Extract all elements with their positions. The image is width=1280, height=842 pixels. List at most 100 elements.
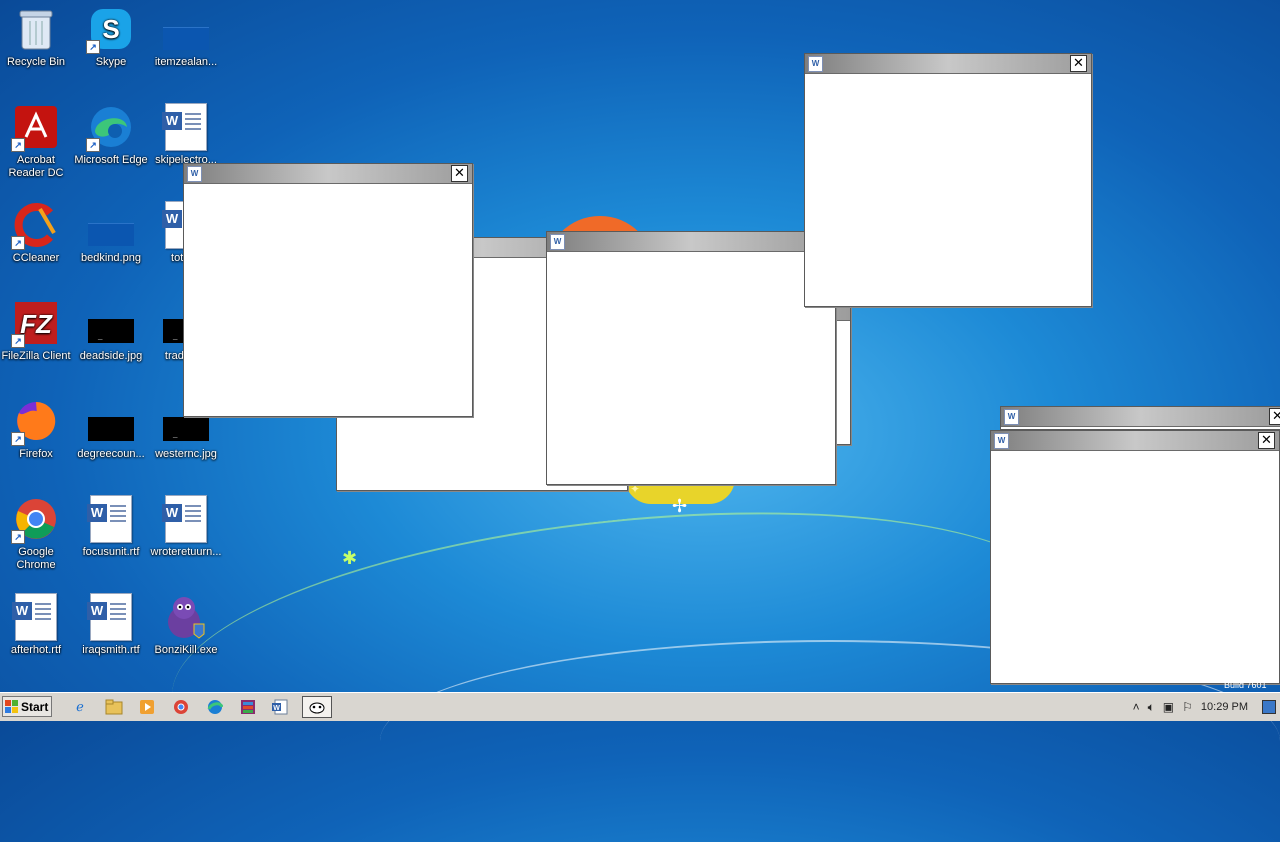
edge-icon[interactable] (203, 696, 227, 718)
build-text: Build 7601 (1224, 680, 1267, 690)
desktop-icon-label: westernc.jpg (155, 448, 217, 460)
desktop-icon-label: wroteretuurn... (150, 546, 222, 558)
skype-icon: S ↗ (86, 6, 134, 54)
word-app-icon: W (994, 433, 1009, 449)
word-document-icon: W (87, 593, 134, 641)
sparkle-icon: ✱ (342, 548, 358, 568)
close-button[interactable]: ✕ (1258, 432, 1275, 449)
shortcut-arrow-icon: ↗ (86, 40, 100, 54)
volume-icon[interactable]: 🔈︎ (1148, 700, 1155, 715)
word-app-icon: W (550, 234, 565, 250)
close-button[interactable]: ✕ (451, 165, 468, 182)
desktop-icon-iraqsmith[interactable]: W iraqsmith.rtf (73, 593, 149, 657)
system-tray: ˄ 🔈︎ ▣ ⚐ 10:29 PM (1133, 696, 1276, 718)
desktop-icon-focusunit[interactable]: W focusunit.rtf (73, 495, 149, 559)
shortcut-arrow-icon: ↗ (11, 432, 25, 446)
desktop-icon-degreecoun[interactable]: degreecoun... (73, 398, 149, 461)
desktop-icon-label: BonziKill.exe (154, 644, 218, 656)
media-player-icon[interactable] (135, 696, 159, 718)
desktop-icon-ccleaner[interactable]: ↗ CCleaner (0, 202, 74, 265)
word-app-icon: W (1004, 409, 1019, 425)
start-label: Start (21, 699, 49, 714)
desktop-icon-label: iraqsmith.rtf (82, 644, 140, 656)
windows-flag-icon (5, 700, 18, 713)
winrar-icon[interactable] (236, 696, 260, 718)
desktop-icon-afterhot[interactable]: W afterhot.rtf (0, 593, 74, 657)
bonzi-taskbar-icon[interactable] (302, 696, 332, 718)
window-titlebar[interactable]: W ✕ (805, 54, 1091, 74)
sparkle-icon: ✢ (672, 496, 688, 516)
word-icon[interactable]: W (268, 696, 292, 718)
desktop-icon-label: itemzealan... (154, 56, 218, 68)
window-titlebar[interactable]: W ✕ (991, 431, 1279, 451)
desktop-icon-skipelectro[interactable]: W skipelectro... (148, 103, 224, 167)
show-desktop-icon[interactable] (1262, 700, 1276, 714)
empty-window[interactable]: W ✕ (546, 231, 836, 485)
desktop-icon-bonzikill[interactable]: BonziKill.exe (148, 594, 224, 657)
show-hidden-icons-icon[interactable]: ˄ (1133, 700, 1140, 714)
action-center-flag-icon[interactable]: ⚐ (1182, 700, 1193, 714)
desktop-icon-label: Firefox (19, 448, 53, 460)
desktop-icon-label: CCleaner (12, 252, 60, 264)
anyrun-watermark: ANY RUN (1040, 613, 1263, 665)
desktop-icon-label: degreecoun... (77, 448, 145, 460)
desktop-icon-label: bedkind.png (81, 252, 141, 264)
taskbar: Start ℯ W ˄ 🔈︎ ▣ ⚐ 10:29 PM (0, 692, 1280, 721)
desktop-icon-skype[interactable]: S ↗ Skype (73, 6, 149, 69)
desktop-icon-label: Skype (95, 56, 127, 68)
shortcut-arrow-icon: ↗ (86, 138, 100, 152)
desktop-icon-firefox[interactable]: ↗ Firefox (0, 398, 74, 461)
network-icon[interactable]: ▣ (1163, 700, 1174, 714)
ccleaner-icon: ↗ (11, 202, 59, 250)
shortcut-arrow-icon: ↗ (11, 530, 25, 544)
clock[interactable]: 10:29 PM (1201, 701, 1248, 713)
empty-window[interactable]: W ✕ (804, 53, 1092, 307)
window-titlebar[interactable]: W ✕ (547, 232, 835, 252)
desktop-icon-label: FileZilla Client (1, 350, 71, 362)
svg-text:FZ: FZ (20, 309, 53, 339)
desktop-icon-label: Acrobat Reader DC (8, 154, 64, 179)
explorer-folder-icon[interactable] (102, 696, 126, 718)
word-app-icon: W (187, 166, 202, 182)
bonzi-gorilla-icon (163, 594, 209, 640)
desktop-icon-label: focusunit.rtf (82, 546, 140, 558)
word-app-icon: W (808, 56, 823, 72)
edge-icon: ↗ (86, 104, 134, 152)
desktop-icon-deadside[interactable]: _ deadside.jpg (73, 300, 149, 363)
desktop-icon-bedkind[interactable]: bedkind.png (73, 202, 149, 265)
window-titlebar[interactable]: W ✕ (184, 164, 472, 184)
close-button[interactable]: ✕ (1269, 408, 1280, 425)
desktop-icon-chrome[interactable]: ↗ Google Chrome (0, 496, 74, 572)
desktop-icon-itemzealan[interactable]: itemzealan... (148, 6, 224, 69)
shortcut-arrow-icon: ↗ (11, 236, 25, 250)
desktop-icon-filezilla[interactable]: FZ ↗ FileZilla Client (0, 300, 74, 363)
desktop-icon-wroteretuurn[interactable]: W wroteretuurn... (148, 495, 224, 559)
chrome-icon: ↗ (11, 496, 59, 544)
recycle-bin-icon (13, 6, 59, 52)
desktop-icon-recycle-bin[interactable]: Recycle Bin (0, 6, 74, 69)
image-thumbnail-icon (88, 398, 134, 444)
empty-window[interactable]: W ✕ (183, 163, 473, 417)
firefox-icon: ↗ (11, 398, 59, 446)
acrobat-icon: ↗ (11, 104, 59, 152)
close-button[interactable]: ✕ (1070, 55, 1087, 72)
internet-explorer-icon[interactable]: ℯ (68, 696, 92, 718)
window-titlebar[interactable]: W ✕ (1001, 407, 1280, 427)
desktop-icon-label: Recycle Bin (6, 56, 66, 68)
desktop-icon-label: deadside.jpg (79, 350, 143, 362)
filezilla-icon: FZ ↗ (11, 300, 59, 348)
start-button[interactable]: Start (2, 696, 52, 717)
image-thumbnail-icon (163, 6, 209, 52)
shortcut-arrow-icon: ↗ (11, 138, 25, 152)
desktop-icon-edge[interactable]: ↗ Microsoft Edge (73, 104, 149, 167)
word-document-icon: W (162, 103, 209, 151)
svg-text:S: S (102, 14, 119, 44)
image-thumbnail-icon (88, 202, 134, 248)
word-document-icon: W (162, 495, 209, 543)
desktop-icon-label: afterhot.rtf (10, 644, 62, 656)
empty-window[interactable]: W ✕ (1000, 406, 1280, 430)
shortcut-arrow-icon: ↗ (11, 334, 25, 348)
desktop-icon-acrobat[interactable]: ↗ Acrobat Reader DC (0, 104, 74, 180)
svg-text:W: W (273, 705, 280, 712)
chrome-icon[interactable] (169, 696, 193, 718)
